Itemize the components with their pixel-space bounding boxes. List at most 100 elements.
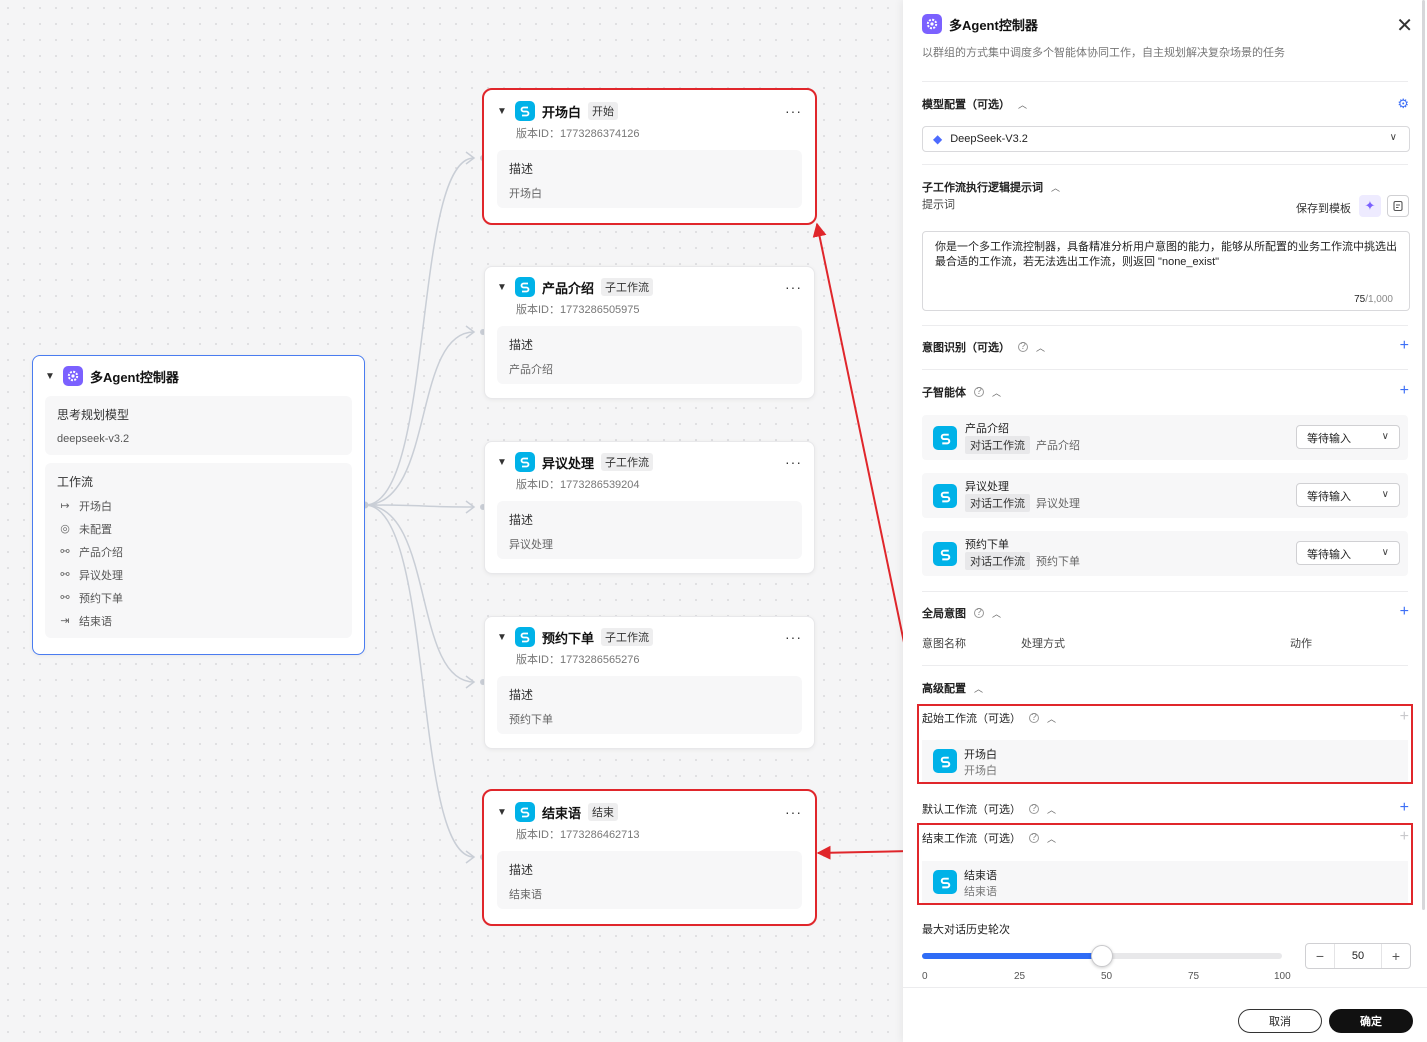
workflow-list-section: 工作流 ↦ 开场白 ◎ 未配置 ⚯ 产品介绍 ⚯ 异议处理 ⚯ 预约下单 ⇥ 结束语 bbox=[45, 463, 352, 638]
prompt-section-header[interactable]: 子工作流执行逻辑提示词 ︿ bbox=[922, 179, 1060, 195]
divider bbox=[922, 164, 1408, 165]
collapse-caret-icon[interactable]: ▼ bbox=[497, 457, 511, 468]
column-header: 动作 bbox=[1290, 638, 1312, 650]
add-intent-button[interactable]: + bbox=[1400, 338, 1409, 354]
chevron-down-icon: ∨ bbox=[1389, 132, 1397, 143]
settings-gear-icon[interactable]: ⚙ bbox=[1397, 96, 1409, 112]
template-list-icon[interactable] bbox=[1387, 195, 1409, 217]
node-description: 描述 产品介绍 bbox=[497, 326, 802, 384]
controller-node[interactable]: ▼ 多Agent控制器 思考规划模型 deepseek-v3.2 工作流 ↦ 开场… bbox=[32, 355, 365, 655]
highlight-end-workflow bbox=[917, 823, 1413, 905]
chevron-up-icon[interactable]: ︿ bbox=[1036, 341, 1045, 354]
ai-sparkle-icon[interactable]: ✦ bbox=[1359, 195, 1381, 217]
workflow-icon bbox=[515, 452, 535, 472]
sub-agent-section-header[interactable]: 子智能体? ︿ bbox=[922, 384, 1001, 400]
confirm-button[interactable]: 确定 bbox=[1329, 1009, 1413, 1033]
chevron-down-icon: ∨ bbox=[1381, 431, 1389, 442]
workflow-canvas[interactable]: ▼ 多Agent控制器 思考规划模型 deepseek-v3.2 工作流 ↦ 开场… bbox=[0, 0, 918, 1042]
add-default-workflow-button[interactable]: + bbox=[1400, 800, 1409, 816]
collapse-caret-icon[interactable]: ▼ bbox=[497, 807, 511, 818]
highlight-start-workflow bbox=[917, 704, 1413, 784]
wait-mode-select[interactable]: 等待输入 ∨ bbox=[1296, 483, 1400, 507]
branch-icon: ⚯ bbox=[60, 569, 70, 581]
intent-section-header[interactable]: 意图识别（可选）? ︿ bbox=[922, 339, 1045, 355]
chevron-up-icon[interactable]: ︿ bbox=[992, 607, 1001, 620]
node-tag: 子工作流 bbox=[601, 453, 654, 471]
slider-thumb[interactable] bbox=[1091, 945, 1113, 967]
chevron-down-icon: ∨ bbox=[1381, 547, 1389, 558]
footer-divider bbox=[903, 987, 1427, 988]
model-config-header[interactable]: 模型配置（可选） ︿ bbox=[922, 96, 1027, 112]
slider-tick: 75 bbox=[1188, 971, 1200, 982]
chevron-up-icon[interactable]: ︿ bbox=[1018, 98, 1027, 111]
node-tag: 子工作流 bbox=[601, 278, 654, 296]
more-icon[interactable]: ··· bbox=[785, 103, 802, 119]
more-icon[interactable]: ··· bbox=[785, 804, 802, 820]
slider-tick: 0 bbox=[922, 971, 928, 982]
more-icon[interactable]: ··· bbox=[785, 629, 802, 645]
workflow-row: ⚯ 产品介绍 bbox=[57, 540, 340, 563]
workflow-node-order[interactable]: ▼ 预约下单 子工作流 ··· 版本ID：1773286565276 描述 预约… bbox=[484, 616, 815, 749]
node-title: 预约下单 bbox=[542, 630, 595, 646]
save-template-button[interactable]: 保存到模板 bbox=[1296, 200, 1351, 216]
panel-scrollbar[interactable] bbox=[1422, 0, 1425, 910]
history-value[interactable]: 50 bbox=[1334, 944, 1382, 968]
slider-tick: 50 bbox=[1101, 971, 1113, 982]
slider-tick: 100 bbox=[1274, 971, 1291, 982]
workflow-icon bbox=[933, 426, 957, 450]
history-slider[interactable] bbox=[922, 945, 1282, 967]
add-global-intent-button[interactable]: + bbox=[1400, 604, 1409, 620]
workflow-icon bbox=[515, 802, 535, 822]
workflow-node-opening[interactable]: ▼ 开场白 开始 ··· 版本ID：1773286374126 描述 开场白 bbox=[482, 88, 817, 225]
history-stepper[interactable]: − 50 + bbox=[1305, 943, 1411, 969]
collapse-caret-icon[interactable]: ▼ bbox=[497, 632, 511, 643]
workflow-node-product[interactable]: ▼ 产品介绍 子工作流 ··· 版本ID：1773286505975 描述 产品… bbox=[484, 266, 815, 399]
collapse-caret-icon[interactable]: ▼ bbox=[497, 106, 511, 117]
more-icon[interactable]: ··· bbox=[785, 454, 802, 470]
connector-arrow bbox=[465, 500, 476, 514]
chevron-up-icon[interactable]: ︿ bbox=[1047, 803, 1056, 816]
collapse-caret-icon[interactable]: ▼ bbox=[497, 282, 511, 293]
default-workflow-header[interactable]: 默认工作流（可选）? ︿ bbox=[922, 801, 1056, 817]
close-icon[interactable]: ✕ bbox=[1396, 16, 1413, 36]
branch-icon: ⚯ bbox=[60, 546, 70, 558]
help-icon[interactable]: ? bbox=[974, 387, 984, 397]
divider bbox=[922, 665, 1408, 666]
help-icon[interactable]: ? bbox=[1029, 804, 1039, 814]
slider-tick: 25 bbox=[1014, 971, 1026, 982]
chevron-up-icon[interactable]: ︿ bbox=[992, 386, 1001, 399]
end-arrow-icon: ⇥ bbox=[60, 615, 70, 627]
wait-mode-select[interactable]: 等待输入 ∨ bbox=[1296, 541, 1400, 565]
help-icon[interactable]: ? bbox=[1018, 342, 1028, 352]
workflow-node-objection[interactable]: ▼ 异议处理 子工作流 ··· 版本ID：1773286539204 描述 异议… bbox=[484, 441, 815, 574]
sub-agent-row: 产品介绍 对话工作流 产品介绍 等待输入 ∨ bbox=[922, 415, 1408, 460]
wait-mode-select[interactable]: 等待输入 ∨ bbox=[1296, 425, 1400, 449]
node-tag: 开始 bbox=[588, 102, 619, 120]
model-select[interactable]: ◆ DeepSeek-V3.2 ∨ bbox=[922, 126, 1410, 152]
divider bbox=[922, 325, 1408, 326]
chevron-up-icon[interactable]: ︿ bbox=[974, 682, 983, 695]
chevron-up-icon[interactable]: ︿ bbox=[1051, 181, 1060, 194]
cancel-button[interactable]: 取消 bbox=[1238, 1009, 1322, 1033]
node-description: 描述 开场白 bbox=[497, 150, 802, 208]
workflow-node-closing[interactable]: ▼ 结束语 结束 ··· 版本ID：1773286462713 描述 结束语 bbox=[482, 789, 817, 926]
controller-gear-icon bbox=[63, 366, 83, 386]
start-arrow-icon: ↦ bbox=[60, 500, 70, 512]
prompt-textarea[interactable]: 你是一个多工作流控制器，具备精准分析用户意图的能力，能够从所配置的业务工作流中挑… bbox=[922, 231, 1410, 311]
workflow-row: ↦ 开场白 bbox=[57, 494, 340, 517]
divider bbox=[922, 369, 1408, 370]
advanced-section-header[interactable]: 高级配置 ︿ bbox=[922, 680, 983, 696]
collapse-caret-icon[interactable]: ▼ bbox=[45, 371, 59, 382]
workflow-icon bbox=[933, 542, 957, 566]
node-title: 异议处理 bbox=[542, 455, 595, 471]
increment-button[interactable]: + bbox=[1382, 948, 1410, 964]
column-header: 处理方式 bbox=[1021, 638, 1065, 650]
help-icon[interactable]: ? bbox=[974, 608, 984, 618]
sub-agent-row: 异议处理 对话工作流 异议处理 等待输入 ∨ bbox=[922, 473, 1408, 518]
connector-arrow bbox=[465, 675, 476, 689]
more-icon[interactable]: ··· bbox=[785, 279, 802, 295]
decrement-button[interactable]: − bbox=[1306, 948, 1334, 964]
sub-agent-row: 预约下单 对话工作流 预约下单 等待输入 ∨ bbox=[922, 531, 1408, 576]
global-intent-section-header[interactable]: 全局意图? ︿ bbox=[922, 605, 1001, 621]
add-sub-agent-button[interactable]: + bbox=[1400, 383, 1409, 399]
